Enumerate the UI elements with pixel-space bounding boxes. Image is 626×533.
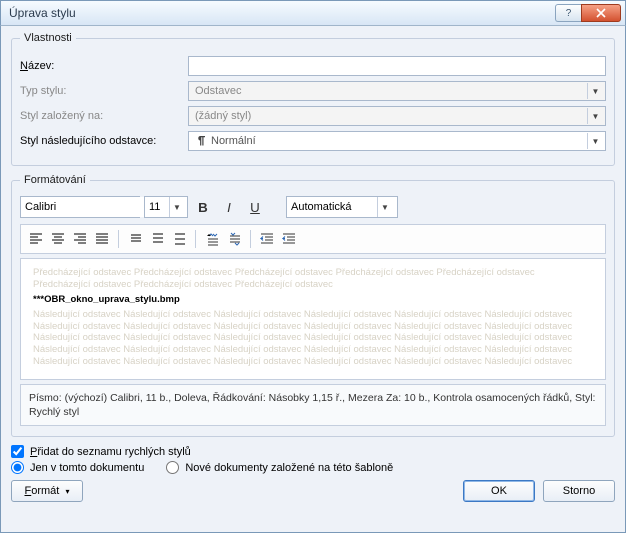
font-color-value[interactable] (287, 197, 377, 217)
align-center-icon (51, 233, 65, 245)
cancel-button[interactable]: Storno (543, 480, 615, 502)
scope-document-label[interactable]: Jen v tomto dokumentu (30, 462, 144, 474)
paragraph-toolbar (20, 224, 606, 254)
chevron-down-icon[interactable]: ▼ (377, 197, 392, 217)
bold-button[interactable]: B (192, 196, 214, 218)
style-description: Písmo: (výchozí) Calibri, 11 b., Doleva,… (20, 384, 606, 426)
align-justify-icon (95, 233, 109, 245)
para-space-dec-icon (227, 232, 241, 246)
line-spacing-wide-icon (172, 233, 186, 245)
next-style-label: Styl následujícího odstavce: (20, 135, 188, 147)
indent-decrease-icon (260, 233, 274, 245)
underline-button[interactable]: U (244, 196, 266, 218)
preview-after: Následující odstavec Následující odstave… (33, 309, 593, 368)
close-button[interactable] (581, 4, 621, 22)
add-to-quicklist-checkbox[interactable] (11, 445, 24, 458)
scope-document-radio[interactable] (11, 461, 24, 474)
type-label: Typ stylu: (20, 85, 188, 97)
chevron-down-icon: ▼ (587, 83, 603, 99)
next-style-select[interactable]: Normální ▼ (188, 131, 606, 151)
spacing-1-button[interactable] (124, 228, 146, 250)
preview-before: Předcházející odstavec Předcházející ods… (33, 267, 593, 291)
add-to-quicklist-label[interactable]: Přidat do seznamu rychlých stylů (30, 446, 191, 458)
align-right-button[interactable] (69, 228, 91, 250)
type-select: Odstavec ▼ (188, 81, 606, 101)
indent-decrease-button[interactable] (256, 228, 278, 250)
preview-sample: ***OBR_okno_uprava_stylu.bmp (33, 294, 593, 306)
based-on-value: (žádný styl) (195, 110, 251, 122)
formatting-legend: Formátování (20, 174, 90, 186)
font-name-combo[interactable]: ▼ (20, 196, 140, 218)
titlebar: Úprava stylu ? (0, 0, 626, 26)
font-size-combo[interactable]: ▼ (144, 196, 188, 218)
based-on-select: (žádný styl) ▼ (188, 106, 606, 126)
window-title: Úprava stylu (9, 6, 555, 20)
next-style-value: Normální (211, 135, 256, 147)
chevron-down-icon: ▼ (587, 108, 603, 124)
line-spacing-med-icon (150, 233, 164, 245)
based-on-label: Styl založený na: (20, 110, 188, 122)
properties-legend: Vlastnosti (20, 32, 76, 44)
space-before-dec-button[interactable] (223, 228, 245, 250)
help-button[interactable]: ? (555, 4, 581, 22)
preview-pane: Předcházející odstavec Předcházející ods… (20, 258, 606, 380)
align-right-icon (73, 233, 87, 245)
spacing-2-button[interactable] (168, 228, 190, 250)
pilcrow-icon (195, 135, 207, 147)
scope-template-label[interactable]: Nové dokumenty založené na této šabloně (185, 462, 393, 474)
formatting-group: Formátování ▼ ▼ B I U ▼ (11, 174, 615, 437)
font-color-combo[interactable]: ▼ (286, 196, 398, 218)
align-justify-button[interactable] (91, 228, 113, 250)
para-space-inc-icon (205, 232, 219, 246)
chevron-down-icon[interactable]: ▼ (587, 133, 603, 149)
align-center-button[interactable] (47, 228, 69, 250)
properties-group: Vlastnosti NNázev:ázev: Typ stylu: Odsta… (11, 32, 615, 166)
align-left-button[interactable] (25, 228, 47, 250)
indent-increase-button[interactable] (278, 228, 300, 250)
name-label: NNázev:ázev: (20, 60, 188, 72)
name-input[interactable] (188, 56, 606, 76)
indent-increase-icon (282, 233, 296, 245)
space-before-inc-button[interactable] (201, 228, 223, 250)
type-value: Odstavec (195, 85, 241, 97)
font-size-input[interactable] (145, 197, 169, 217)
close-icon (596, 8, 606, 18)
italic-button[interactable]: I (218, 196, 240, 218)
chevron-down-icon[interactable]: ▼ (169, 197, 184, 217)
format-menu-button[interactable]: ForFormátmát ▾ (11, 480, 83, 502)
align-left-icon (29, 233, 43, 245)
scope-template-radio[interactable] (166, 461, 179, 474)
line-spacing-tight-icon (128, 233, 142, 245)
spacing-15-button[interactable] (146, 228, 168, 250)
ok-button[interactable]: OK (463, 480, 535, 502)
